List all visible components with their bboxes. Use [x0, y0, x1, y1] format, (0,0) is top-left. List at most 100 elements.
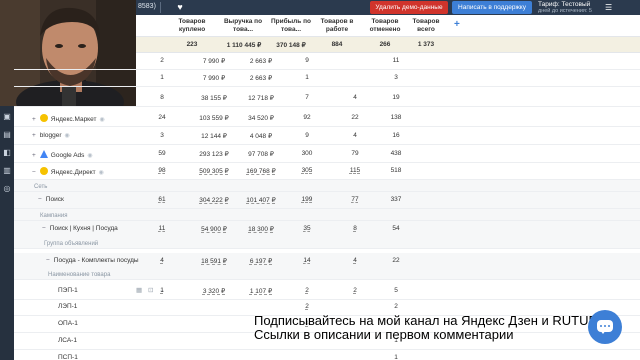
add-column-icon[interactable]: + [454, 19, 460, 30]
table-row[interactable]: 27 990 ₽2 663 ₽9 11 [14, 53, 640, 70]
total-value: 223 [186, 41, 198, 48]
column-header[interactable]: Товаров куплено [170, 18, 214, 33]
tariff-info[interactable]: Тариф: Тестовый дней до истечения: 5 [538, 1, 592, 15]
tariff-days: дней до истечения: 5 [538, 8, 592, 14]
row-label[interactable]: ПЭП-1 [58, 287, 78, 294]
row-label[interactable]: ЛСА-1 [58, 337, 77, 344]
users-icon[interactable]: ◎ [2, 184, 12, 194]
column-header[interactable]: Товаров отменено [362, 18, 408, 33]
row-label-text: ЛЭП-1 [58, 303, 78, 310]
table-cell: 438 [390, 150, 402, 157]
table-cell: 54 [392, 225, 400, 232]
row-label-text: ОПА-1 [58, 320, 78, 327]
table-header: Товаров куплено Выручка по това... Прибы… [136, 15, 640, 37]
table-row[interactable]: − Поиск | Кухня | Посуда 11 54 900 ₽18 300 … [14, 221, 640, 238]
table-cell: 59 [158, 150, 166, 157]
row-label-text: Поиск | Кухня | Посуда [49, 225, 118, 232]
row-label[interactable]: + blogger ◉ [32, 132, 70, 139]
table-cell: 4 [160, 257, 164, 264]
group-caption: Наименование товара [48, 272, 110, 278]
yandex-icon [39, 114, 48, 122]
expand-icon[interactable]: + [32, 116, 36, 123]
tariff-label: Тариф: Тестовый [538, 1, 591, 8]
table-row[interactable]: Сеть [14, 180, 640, 192]
table-cell: 518 [390, 167, 402, 174]
column-header[interactable]: Прибыль по това... [268, 18, 314, 33]
eye-icon[interactable]: ◉ [87, 153, 92, 159]
collapse-icon[interactable]: − [32, 169, 36, 176]
eye-icon[interactable]: ◉ [99, 117, 104, 123]
row-label[interactable]: + Яндекс.Маркет ◉ [32, 114, 105, 123]
table-cell: 24 [158, 114, 166, 121]
store-icon[interactable]: ▤ [2, 130, 12, 140]
row-label[interactable]: − Поиск | Кухня | Посуда [42, 225, 118, 232]
group-caption: Кампания [40, 213, 67, 219]
row-label[interactable]: − Яндекс.Директ ◉ [32, 167, 104, 176]
table-row[interactable]: Группа объявлений [14, 237, 640, 249]
eye-icon[interactable]: ◉ [99, 170, 104, 176]
table-cell: 1 [160, 74, 164, 81]
collapse-icon[interactable]: − [46, 257, 50, 264]
heart-icon[interactable]: ♥ [174, 2, 186, 13]
menu-icon[interactable]: ☰ [605, 3, 612, 12]
table-cell: 2 [305, 303, 309, 310]
account-number: 8583) [138, 3, 156, 10]
collapse-icon[interactable]: − [38, 196, 42, 203]
row-label-text: ЛСА-1 [58, 337, 77, 344]
table-row[interactable]: 17 990 ₽2 663 ₽1 3 [14, 70, 640, 87]
row-label-text: Сеть [34, 184, 48, 190]
cart-icon[interactable]: ▣ [2, 112, 12, 122]
chart-icon[interactable]: ▥ [2, 166, 12, 176]
table-cell: 3 [160, 132, 164, 139]
column-header[interactable]: Выручка по това... [220, 18, 266, 33]
subscribe-banner: Подписывайтесь на мой канал на Яндекс Дз… [254, 314, 606, 342]
table-row[interactable]: + Яндекс.Маркет ◉ 24 103 559 ₽34 520 ₽92 22 13… [14, 110, 640, 127]
totals-row: 223 1 110 445 ₽ 370 148 ₽ 884 266 1 373 [136, 37, 640, 53]
megaphone-icon[interactable]: ◧ [2, 148, 12, 158]
expand-icon[interactable]: + [32, 152, 36, 159]
row-label-text: ПСП-1 [58, 354, 78, 360]
total-value: 1 373 [417, 41, 435, 48]
eye-icon[interactable]: ◉ [64, 133, 69, 139]
row-label[interactable]: ОПА-1 [58, 320, 78, 327]
table-cell: 1 [394, 354, 398, 360]
row-label[interactable]: ПСП-1 [58, 354, 78, 360]
column-header[interactable]: Товаров в работе [314, 18, 360, 33]
row-label-text: ПЭП-1 [58, 287, 78, 294]
delete-demo-button[interactable]: Удалить демо-данные [370, 1, 448, 14]
table-cell: 337 [390, 196, 402, 203]
row-label-text: Наименование товара [48, 272, 111, 278]
table-cell: 16 [392, 132, 400, 139]
row-label[interactable]: + Google Ads ◉ [32, 150, 93, 159]
google-ads-icon [39, 150, 48, 158]
table-row[interactable]: + blogger ◉ 3 12 144 ₽4 048 ₽9 4 16 [14, 128, 640, 145]
support-button[interactable]: Написать в поддержку [452, 1, 532, 14]
table-cell: 3 [394, 74, 398, 81]
collapse-icon[interactable]: − [42, 225, 46, 232]
row-label[interactable]: − Поиск [38, 196, 64, 203]
table-cell: 5 [394, 287, 398, 294]
table-row[interactable]: − Яндекс.Директ ◉ 98 509 305 ₽169 768 ₽305 11… [14, 163, 640, 180]
group-caption: Группа объявлений [44, 241, 98, 247]
table-cell: 98 [158, 167, 166, 174]
expand-icon[interactable]: + [32, 132, 36, 139]
table-row[interactable]: 8 38 155 ₽12 718 ₽7 4 19 [14, 90, 640, 107]
table-row[interactable]: − Поиск 61 304 222 ₽101 407 ₽199 77 337 [14, 192, 640, 209]
table-row[interactable]: ПЭП-1 ▦ ⊡ ⌄ 1 3 320 ₽1 107 ₽2 2 5 [14, 283, 640, 300]
table-row[interactable]: Наименование товара [14, 268, 640, 280]
banner-line: Подписывайтесь на мой канал на Яндекс Дз… [254, 313, 606, 328]
table-row[interactable]: ПСП-1 1 [14, 350, 640, 360]
row-label[interactable]: − Посуда - Комплекты посуды [46, 257, 139, 264]
row-label[interactable]: ЛЭП-1 [58, 303, 77, 310]
table-cell: 22 [392, 257, 400, 264]
chat-icon[interactable] [588, 310, 622, 344]
table-row[interactable]: Кампания [14, 209, 640, 221]
table-cell: 1 [160, 287, 164, 294]
column-header[interactable]: Товаров всего [404, 18, 448, 33]
table-cell: 11 [392, 57, 400, 64]
table-row[interactable]: + Google Ads ◉ 59 293 123 ₽97 708 ₽300 79 438 [14, 146, 640, 163]
table-cell: 2 [160, 57, 164, 64]
row-label-text: Поиск [45, 196, 64, 203]
row-label-text: Google Ads [50, 152, 85, 159]
row-label-text: Яндекс.Директ [50, 169, 96, 176]
